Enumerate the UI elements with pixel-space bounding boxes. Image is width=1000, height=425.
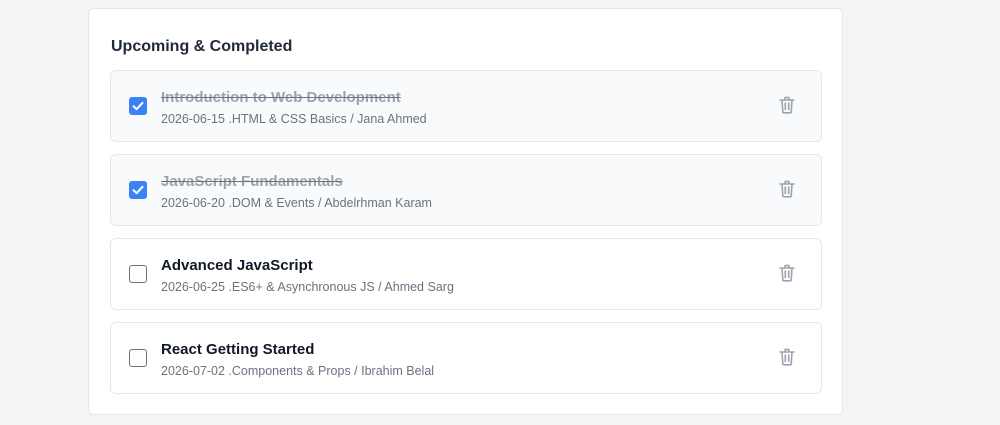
trash-icon[interactable] bbox=[779, 180, 795, 198]
course-title: Advanced JavaScript bbox=[161, 257, 313, 274]
list-item: Advanced JavaScript 2026-06-25 .ES6+ & A… bbox=[110, 238, 822, 310]
course-meta: 2026-07-02 .Components & Props / Ibrahim… bbox=[161, 364, 435, 378]
course-meta: 2026-06-15 .HTML & CSS Basics / Jana Ahm… bbox=[161, 112, 427, 126]
checkbox-icon[interactable] bbox=[129, 349, 147, 367]
course-meta: 2026-06-20 .DOM & Events / Abdelrhman Ka… bbox=[161, 196, 432, 210]
list-item: React Getting Started 2026-07-02 .Compon… bbox=[110, 322, 822, 394]
trash-icon[interactable] bbox=[779, 96, 795, 114]
checkbox-icon[interactable] bbox=[129, 181, 147, 199]
checkbox-icon[interactable] bbox=[129, 97, 147, 115]
course-list: Introduction to Web Development 2026-06-… bbox=[110, 70, 822, 406]
list-item: JavaScript Fundamentals 2026-06-20 .DOM … bbox=[110, 154, 822, 226]
checkbox-icon[interactable] bbox=[129, 265, 147, 283]
list-item: Introduction to Web Development 2026-06-… bbox=[110, 70, 822, 142]
trash-icon[interactable] bbox=[779, 264, 795, 282]
courses-card: Upcoming & Completed Introduction to Web… bbox=[88, 8, 843, 415]
course-title: JavaScript Fundamentals bbox=[161, 173, 343, 190]
course-meta: 2026-06-25 .ES6+ & Asynchronous JS / Ahm… bbox=[161, 280, 454, 294]
course-title: React Getting Started bbox=[161, 341, 315, 358]
course-title: Introduction to Web Development bbox=[161, 89, 401, 106]
trash-icon[interactable] bbox=[779, 348, 795, 366]
section-title: Upcoming & Completed bbox=[111, 38, 293, 55]
